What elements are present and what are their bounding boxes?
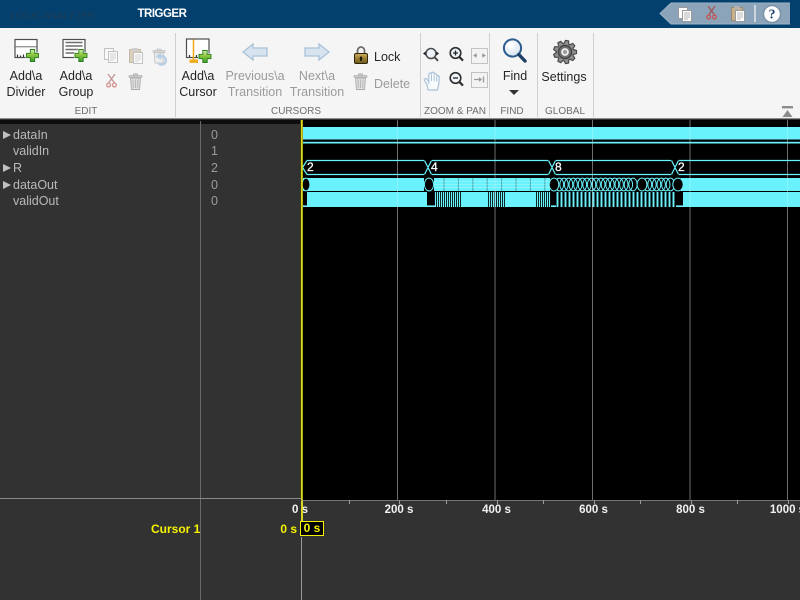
svg-text:4: 4 — [431, 160, 438, 174]
svg-text:?: ? — [769, 8, 776, 23]
svg-text:2: 2 — [678, 160, 685, 174]
svg-text:8: 8 — [555, 160, 562, 174]
svg-text:2: 2 — [307, 160, 314, 174]
